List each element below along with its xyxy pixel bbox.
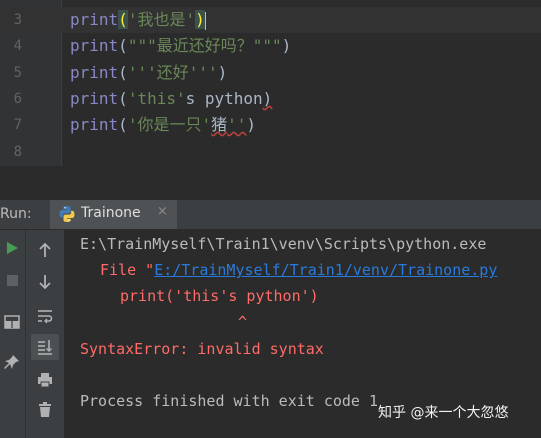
stop-button[interactable] [2,270,22,290]
console-line: File "E:/TrainMyself/Train1/venv/Trainon… [100,259,497,281]
code-keyword: print [70,36,119,55]
run-label: Run: [0,206,32,222]
print-button[interactable] [35,370,55,390]
run-toolbar-secondary [25,230,64,438]
scroll-to-end-icon [38,340,52,355]
line-number: 7 [13,117,22,133]
delete-icon [39,402,51,417]
run-window-header: Run: Trainone × [0,200,541,230]
scroll-down-button[interactable] [35,272,55,292]
print-icon [38,373,52,388]
code-paren-highlight: ( [118,10,128,29]
close-icon[interactable]: × [157,204,168,219]
code-line[interactable]: print("""最近还好吗？""") [70,33,291,59]
soft-wrap-icon [38,310,53,323]
run-tab-label: Trainone [81,205,141,221]
soft-wrap-button[interactable] [35,306,55,326]
scroll-to-end-button[interactable] [31,334,59,360]
console-line: Process finished with exit code 1 [80,392,379,410]
code-plain: s python [185,89,263,108]
console-file-link[interactable]: E:/TrainMyself/Train1/venv/Trainone.py [154,261,497,279]
code-string: '我也是' [127,10,196,29]
code-paren: ( [118,89,128,108]
layout-icon [4,315,20,329]
code-line[interactable]: print('this's python) [70,86,272,112]
stop-icon [6,274,18,286]
python-icon [59,206,75,222]
code-line[interactable]: print('你是一只'猪'') [70,112,256,138]
code-editor[interactable]: 3 4 5 6 7 8 print('我也是') print("""最近还好吗？… [0,0,541,166]
code-paren-error: ) [262,89,273,108]
console-line: ^ [238,313,248,331]
pin-tab-button[interactable] [2,352,22,372]
code-plain-error: 猪 [211,115,228,134]
code-paren: ( [118,36,128,55]
clear-all-button[interactable] [35,400,55,420]
code-paren: ) [281,36,292,55]
line-number: 6 [13,91,22,107]
code-keyword: print [70,89,119,108]
watermark: 知乎 @来一个大忽悠 [378,405,509,421]
code-keyword: print [70,10,119,29]
line-number: 3 [13,12,22,28]
code-string: 'this' [127,89,186,108]
code-line[interactable]: print('''还好''') [70,60,227,86]
layout-button[interactable] [2,312,22,332]
console-error-text: File " [100,261,155,279]
line-number: 4 [13,38,22,54]
code-string-error: '' [227,115,247,134]
code-string: '你是一只' [127,115,212,134]
scroll-down-icon [39,275,51,290]
code-paren: ( [118,63,128,82]
code-paren: ) [217,63,228,82]
console-line: print('this's python') [120,287,319,305]
code-string: '''还好''' [127,63,218,82]
code-string: """最近还好吗？""" [127,36,282,55]
code-line[interactable]: print('我也是') [70,7,206,33]
text-caret [204,11,206,30]
console-line: SyntaxError: invalid syntax [80,340,324,358]
code-keyword: print [70,115,119,134]
rerun-button[interactable] [2,238,22,258]
code-paren: ) [246,115,257,134]
code-paren: ( [118,115,128,134]
run-toolbar-primary [0,230,25,438]
line-number: 5 [13,65,22,81]
pin-icon [4,355,19,369]
run-tab-trainone[interactable]: Trainone × [50,200,177,229]
scroll-up-icon [39,242,51,257]
code-keyword: print [70,63,119,82]
line-number: 8 [13,144,22,160]
console-line: E:\TrainMyself\Train1\venv\Scripts\pytho… [80,235,487,253]
scroll-up-button[interactable] [35,240,55,260]
run-icon [7,242,18,254]
editor-bottom-area [0,166,541,200]
code-paren-highlight: ) [195,10,205,29]
